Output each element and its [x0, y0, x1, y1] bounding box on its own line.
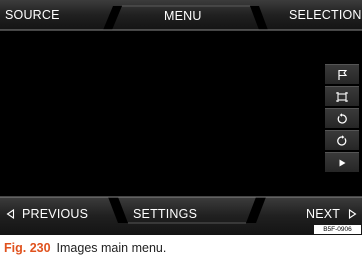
play-icon — [339, 159, 346, 166]
infotainment-screen: SOURCE MENU SELECTION PREVIOUS SETTINGS … — [0, 0, 362, 235]
figure-label: Fig. 230 — [4, 241, 51, 255]
rotate-left-button[interactable] — [325, 108, 359, 128]
next-label: NEXT — [306, 207, 341, 221]
rotate-counterclockwise-icon — [337, 112, 347, 124]
source-label: SOURCE — [5, 8, 60, 22]
selection-button[interactable]: SELECTION — [264, 0, 362, 30]
next-arrow-icon — [348, 209, 357, 219]
selection-label: SELECTION — [289, 8, 362, 22]
source-button[interactable]: SOURCE — [0, 0, 108, 30]
caption-text: Images main menu. — [56, 241, 167, 255]
settings-button[interactable]: SETTINGS — [128, 197, 246, 223]
settings-label: SETTINGS — [133, 207, 198, 221]
flag-icon — [338, 69, 348, 80]
next-button[interactable]: NEXT — [262, 197, 362, 223]
previous-label: PREVIOUS — [22, 207, 89, 221]
previous-arrow-icon — [6, 209, 15, 219]
figure-caption: Fig. 230 Images main menu. — [4, 241, 166, 255]
fit-to-screen-icon — [336, 91, 348, 102]
rotate-right-button[interactable] — [325, 130, 359, 150]
flag-button[interactable] — [325, 64, 359, 84]
fit-to-screen-button[interactable] — [325, 86, 359, 106]
rotate-clockwise-icon — [337, 134, 347, 146]
previous-button[interactable]: PREVIOUS — [0, 197, 110, 235]
menu-label: MENU — [164, 9, 202, 23]
menu-button[interactable]: MENU — [122, 6, 250, 30]
image-code: B5F-0906 — [314, 225, 361, 234]
play-slideshow-button[interactable] — [325, 152, 359, 172]
